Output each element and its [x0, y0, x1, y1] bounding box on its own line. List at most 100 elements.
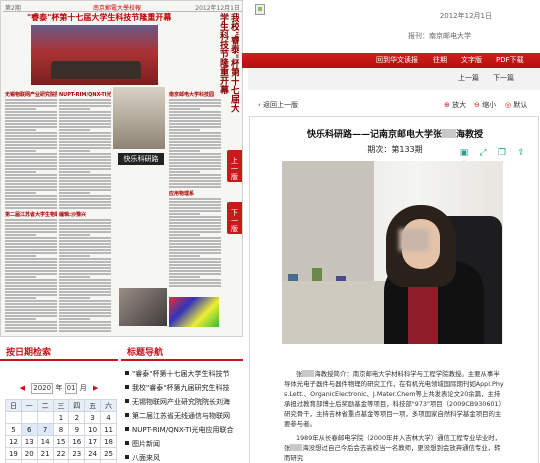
- para2-rest: 海没想过自己今后会去高校当一名教师，更没想到会放弃通信专业，转而研究: [284, 444, 501, 462]
- fullscreen-icon[interactable]: ⤢: [477, 147, 489, 159]
- article-title: 快乐科研路——记南京邮电大学张 海教授: [250, 127, 538, 140]
- newspaper-box-header[interactable]: 快乐科研路: [118, 153, 164, 165]
- article-paragraph-2: 1989年从长春邮电学院（2000年并入吉林大学）通信工程专业毕业时，张 海没想过…: [284, 433, 506, 463]
- article-photo: [282, 161, 503, 344]
- calendar-day[interactable]: 25: [100, 447, 117, 460]
- calendar-next-arrow[interactable]: ▶: [89, 384, 102, 392]
- calendar-day[interactable]: 23: [68, 447, 86, 460]
- previous-page-tab[interactable]: 上一版: [227, 150, 242, 182]
- prev-article-link[interactable]: 上一篇: [458, 73, 479, 83]
- calendar-day[interactable]: 26: [5, 459, 22, 463]
- nav-list-item[interactable]: NUPT-RIM/QNX-TI光电应用联合: [121, 423, 243, 437]
- newspaper-article-head[interactable]: NUPT-RIM/QNX-TI光电应用联合实验室: [59, 91, 111, 98]
- nav-list-item[interactable]: 我校"睿泰"杯第九届研究生科技: [121, 381, 243, 395]
- calendar-day[interactable]: 16: [68, 435, 86, 448]
- calendar-day[interactable]: 7: [36, 423, 54, 436]
- date-panel-title: 按日期检索: [0, 345, 118, 361]
- calendar-day: [5, 411, 22, 424]
- newspaper-article-head[interactable]: 应用物理系: [169, 190, 221, 197]
- calendar-day[interactable]: 12: [5, 435, 22, 448]
- zoom-in-button[interactable]: ⊕ 放大: [444, 100, 466, 110]
- calendar-day[interactable]: 10: [84, 423, 102, 436]
- calendar-prev-arrow[interactable]: ◀: [16, 384, 29, 392]
- article-action-icons: ▣⤢❐⇪⚙: [458, 147, 538, 170]
- newspaper-column: 南京邮电大学科技园 应用物理系: [169, 89, 221, 289]
- calendar-day[interactable]: 19: [5, 447, 22, 460]
- calendar-day: [100, 459, 117, 463]
- text-version-link[interactable]: 文字版: [461, 53, 482, 68]
- calendar-day[interactable]: 14: [36, 435, 54, 448]
- calendar-day[interactable]: 28: [36, 459, 54, 463]
- back-to-reader-link[interactable]: 回到华文读报: [376, 53, 418, 68]
- calendar-day[interactable]: 5: [5, 423, 22, 436]
- calendar-day[interactable]: 4: [100, 411, 117, 424]
- calendar-day[interactable]: 18: [100, 435, 117, 448]
- masthead-date: 2012年12月1日: [195, 5, 240, 12]
- nav-panel-title: 标题导航: [121, 345, 243, 361]
- date-search-panel: 按日期检索 ◀ 2020 年 01 月 ▶ 日一二三四五六 1234567891…: [0, 345, 118, 463]
- calendar-day[interactable]: 1: [52, 411, 70, 424]
- nav-item-label: 我校"睿泰"杯第九届研究生科技: [132, 384, 230, 392]
- zoom-out-button[interactable]: ⊖ 缩小: [474, 100, 496, 110]
- calendar-day: [36, 411, 54, 424]
- nav-list-item[interactable]: 八面来风: [121, 451, 243, 463]
- reset-icon: ◎: [505, 101, 512, 109]
- weekday-header: 五: [84, 399, 102, 412]
- calendar-day[interactable]: 15: [52, 435, 70, 448]
- article-reader: 2012年12月1日 报刊：南京邮电大学 回到华文读报 往期 文字版 PDF下载…: [242, 0, 540, 463]
- newspaper-photo-small: [119, 288, 167, 326]
- nav-list-item[interactable]: 无锡物联网产业研究院院长刘海: [121, 395, 243, 409]
- article-title-part1: 快乐科研路——记南京邮电大学张: [306, 130, 442, 140]
- newspaper-photo-colorful: [169, 297, 219, 327]
- back-arrow-icon: ‹: [258, 101, 261, 109]
- calendar-day[interactable]: 30: [68, 459, 86, 463]
- copy-icon[interactable]: ❐: [496, 147, 508, 159]
- bullet-icon: [125, 427, 129, 431]
- next-article-link[interactable]: 下一篇: [493, 73, 514, 83]
- newspaper-article-head[interactable]: 无锡物联网产业研究院院长刘海涛: [5, 91, 57, 98]
- broken-logo-image-icon: [255, 4, 265, 15]
- calendar-day[interactable]: 9: [68, 423, 86, 436]
- calendar-day[interactable]: 21: [36, 447, 54, 460]
- share-icon[interactable]: ⇪: [515, 147, 527, 159]
- newspaper-article-head[interactable]: 第二届江苏省大学生物联网创新创业大赛: [5, 211, 57, 218]
- calendar-day[interactable]: 27: [20, 459, 38, 463]
- name-mask: [290, 444, 303, 451]
- calendar-day[interactable]: 2: [68, 411, 86, 424]
- calendar-day[interactable]: 20: [20, 447, 38, 460]
- newspaper-headline[interactable]: "睿泰"杯第十七届大学生科技节隆重开幕: [27, 12, 171, 23]
- newspaper-photo-ceremony: [31, 25, 158, 85]
- calendar-day[interactable]: 13: [20, 435, 38, 448]
- newspaper-article-head[interactable]: 南京邮电大学科技园: [169, 91, 221, 98]
- back-page-label: 返回上一版: [263, 101, 299, 109]
- month-select[interactable]: 01: [64, 383, 78, 394]
- calendar-day[interactable]: 3: [84, 411, 102, 424]
- calendar-day[interactable]: 6: [20, 423, 38, 436]
- calendar-day[interactable]: 22: [52, 447, 70, 460]
- newspaper-page-image[interactable]: 第2期 南京郵電大學校報 2012年12月1日 "睿泰"杯第十七届大学生科技节隆…: [0, 0, 243, 337]
- article-frame: 快乐科研路——记南京邮电大学张海教授 期次：第133期 ▣⤢❐⇪⚙ 张海教授简介…: [249, 116, 539, 463]
- newspaper-photo-portrait: [113, 87, 165, 149]
- calendar-day[interactable]: 29: [52, 459, 70, 463]
- default-size-button[interactable]: ◎ 默认: [505, 100, 527, 110]
- pdf-download-link[interactable]: PDF下载: [496, 53, 524, 68]
- newspaper-article-head[interactable]: 编辑:沙豫兴: [59, 211, 111, 218]
- bullet-icon: [125, 385, 129, 389]
- nav-list-item[interactable]: 第二届江苏省无线通信与物联网: [121, 409, 243, 423]
- weekday-header: 二: [36, 399, 54, 412]
- calendar-day[interactable]: 31: [84, 459, 102, 463]
- weekday-header: 三: [52, 399, 70, 412]
- next-page-tab[interactable]: 下一版: [227, 202, 242, 234]
- publisher-link[interactable]: 南京邮电大学: [429, 32, 471, 40]
- calendar-day[interactable]: 8: [52, 423, 70, 436]
- calendar-day[interactable]: 24: [84, 447, 102, 460]
- calendar-day[interactable]: 17: [84, 435, 102, 448]
- nav-list-item[interactable]: "睿泰"杯第十七届大学生科技节: [121, 367, 243, 381]
- calendar-day[interactable]: 11: [100, 423, 117, 436]
- masthead-issue: 第2期: [5, 5, 21, 12]
- past-issues-link[interactable]: 往期: [433, 53, 447, 68]
- bookmark-icon[interactable]: ▣: [458, 147, 470, 159]
- nav-list-item[interactable]: 图片新闻: [121, 437, 243, 451]
- year-select[interactable]: 2020: [31, 383, 54, 394]
- back-page-link[interactable]: ‹ 返回上一版: [258, 100, 298, 110]
